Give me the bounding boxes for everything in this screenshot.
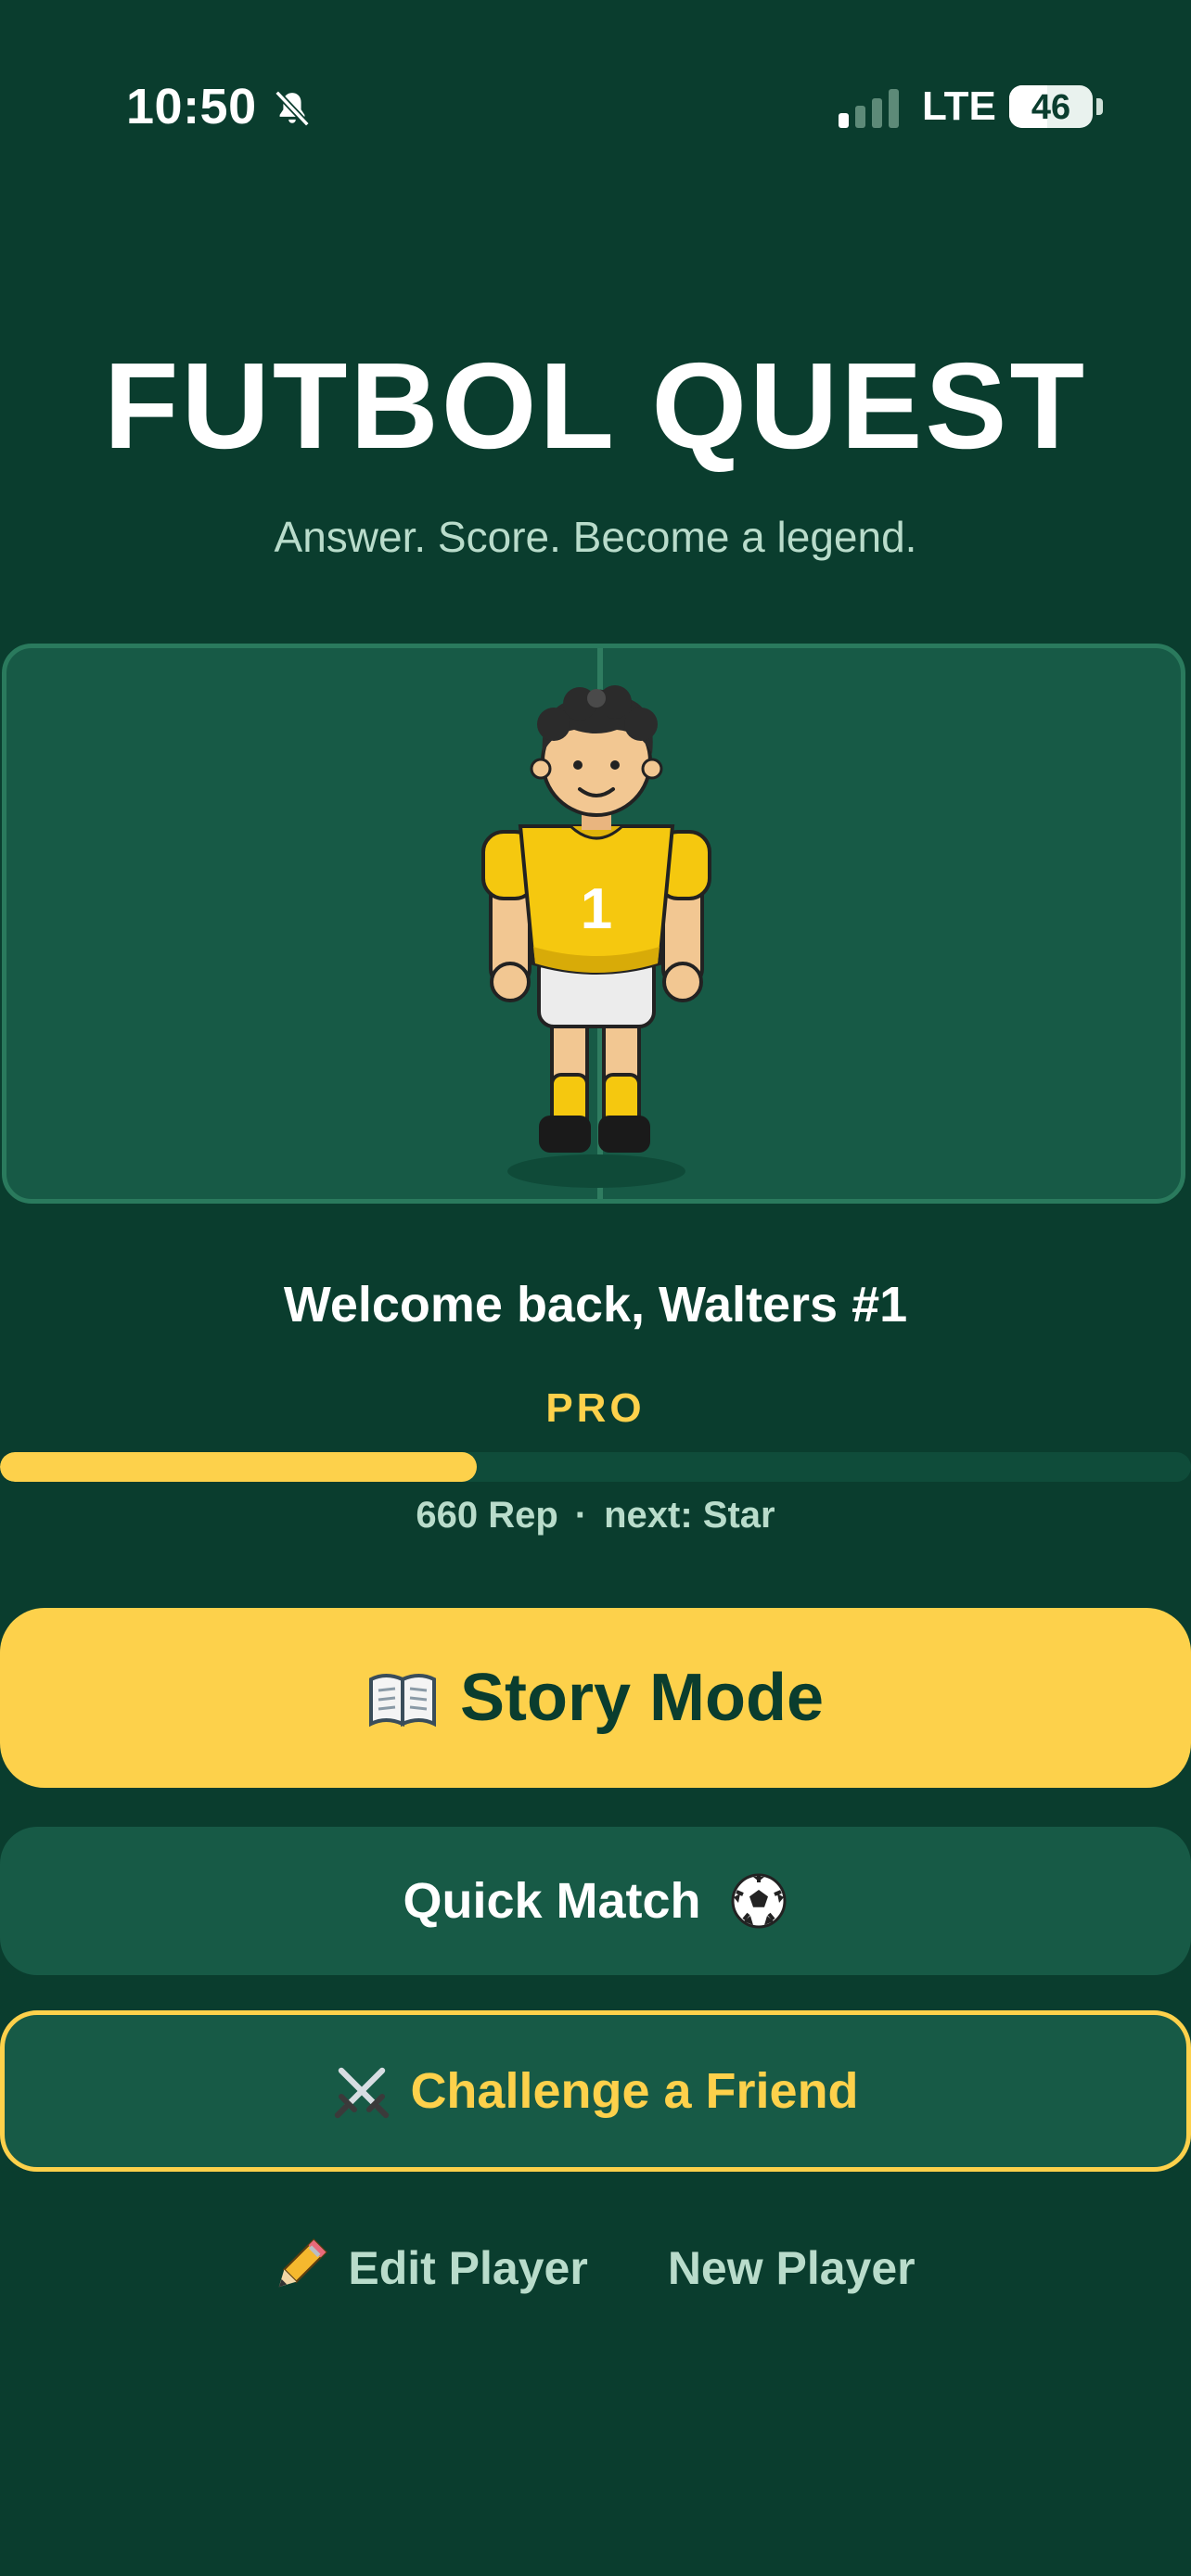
status-bar: 10:50 LTE 46 (0, 0, 1191, 176)
jersey-number: 1 (581, 877, 612, 941)
battery-level: 46 (1031, 88, 1071, 127)
rep-progress-bar (0, 1452, 1191, 1482)
separator-dot: · (574, 1495, 588, 1536)
rep-status: 660 Rep · next: Star (0, 1495, 1191, 1537)
player-card: 1 (2, 644, 1185, 1204)
rep-progress-fill (0, 1452, 477, 1482)
new-player-label: New Player (667, 2242, 916, 2294)
app-title: FUTBOL QUEST (103, 338, 1088, 474)
player-avatar: 1 (481, 685, 711, 1188)
app-subtitle: Answer. Score. Become a legend. (274, 513, 917, 561)
next-rank: next: Star (604, 1495, 775, 1536)
quick-match-label: Quick Match (403, 1873, 701, 1929)
quick-match-button[interactable]: Quick Match (0, 1827, 1191, 1975)
battery-nub (1096, 98, 1103, 115)
challenge-friend-label: Challenge a Friend (410, 2063, 859, 2119)
status-time: 10:50 (126, 79, 257, 134)
story-mode-button[interactable]: Story Mode (0, 1608, 1191, 1788)
network-label: LTE (922, 83, 996, 129)
signal-icon (839, 89, 899, 128)
rank-badge: PRO (545, 1385, 646, 1431)
pencil-icon (275, 2235, 331, 2302)
new-player-link[interactable]: New Player (668, 2241, 916, 2295)
battery-icon: 46 (1009, 85, 1093, 128)
footer-links: Edit Player New Player (0, 2235, 1191, 2302)
rep-points: 660 Rep (416, 1495, 558, 1536)
challenge-friend-button[interactable]: Challenge a Friend (0, 2010, 1191, 2172)
soccer-ball-icon (729, 1871, 788, 1931)
welcome-text: Welcome back, Walters #1 (283, 1277, 908, 1333)
story-mode-label: Story Mode (459, 1661, 825, 1735)
edit-player-link[interactable]: Edit Player (275, 2235, 588, 2302)
book-icon (367, 1668, 438, 1728)
crossed-swords-icon (332, 2061, 391, 2121)
bell-slash-icon (275, 90, 310, 127)
edit-player-label: Edit Player (348, 2242, 588, 2294)
